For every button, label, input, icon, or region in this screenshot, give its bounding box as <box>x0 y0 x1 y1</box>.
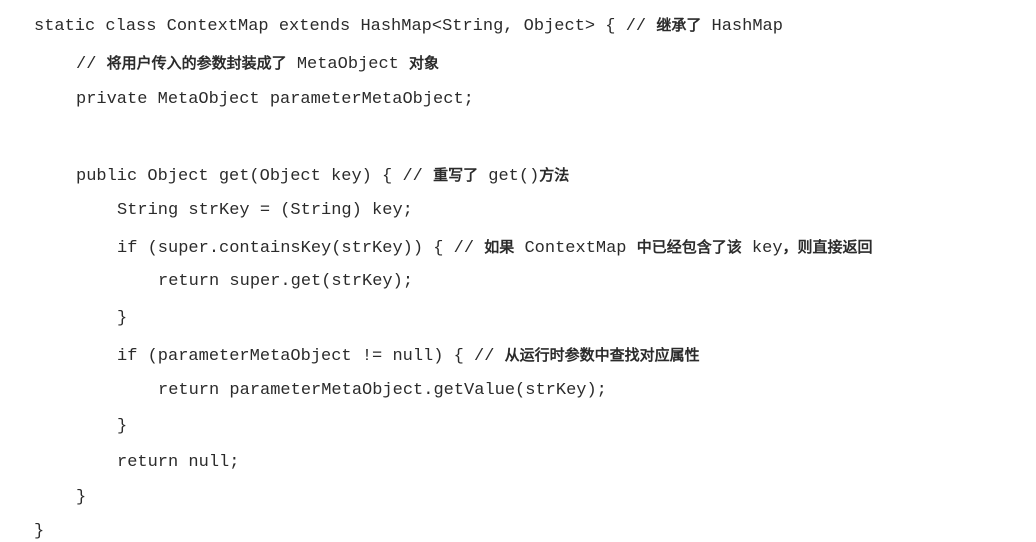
code-line-close-if-1: } <box>117 309 128 328</box>
code-line-if-param-not-null: if (parameterMetaObject != null) { // 从运… <box>117 346 700 366</box>
code-line-return-super-get: return super.get(strKey); <box>158 272 414 291</box>
code-line-field-declaration: private MetaObject parameterMetaObject; <box>76 90 474 109</box>
code-line-get-method-signature: public Object get(Object key) { // 重写了 g… <box>76 166 570 186</box>
code-line-class-declaration: static class ContextMap extends HashMap<… <box>34 16 783 36</box>
code-line-return-null: return null; <box>117 453 240 472</box>
code-line-strkey-cast: String strKey = (String) key; <box>117 201 413 220</box>
code-line-close-method: } <box>76 488 87 507</box>
code-line-if-contains-key: if (super.containsKey(strKey)) { // 如果 C… <box>117 238 873 258</box>
code-line-close-class: } <box>34 522 45 541</box>
code-line-comment-wrap-params: // 将用户传入的参数封装成了 MetaObject 对象 <box>76 54 440 74</box>
code-listing: static class ContextMap extends HashMap<… <box>0 0 1036 541</box>
code-line-return-get-value: return parameterMetaObject.getValue(strK… <box>158 381 607 400</box>
code-line-close-if-2: } <box>117 417 128 436</box>
